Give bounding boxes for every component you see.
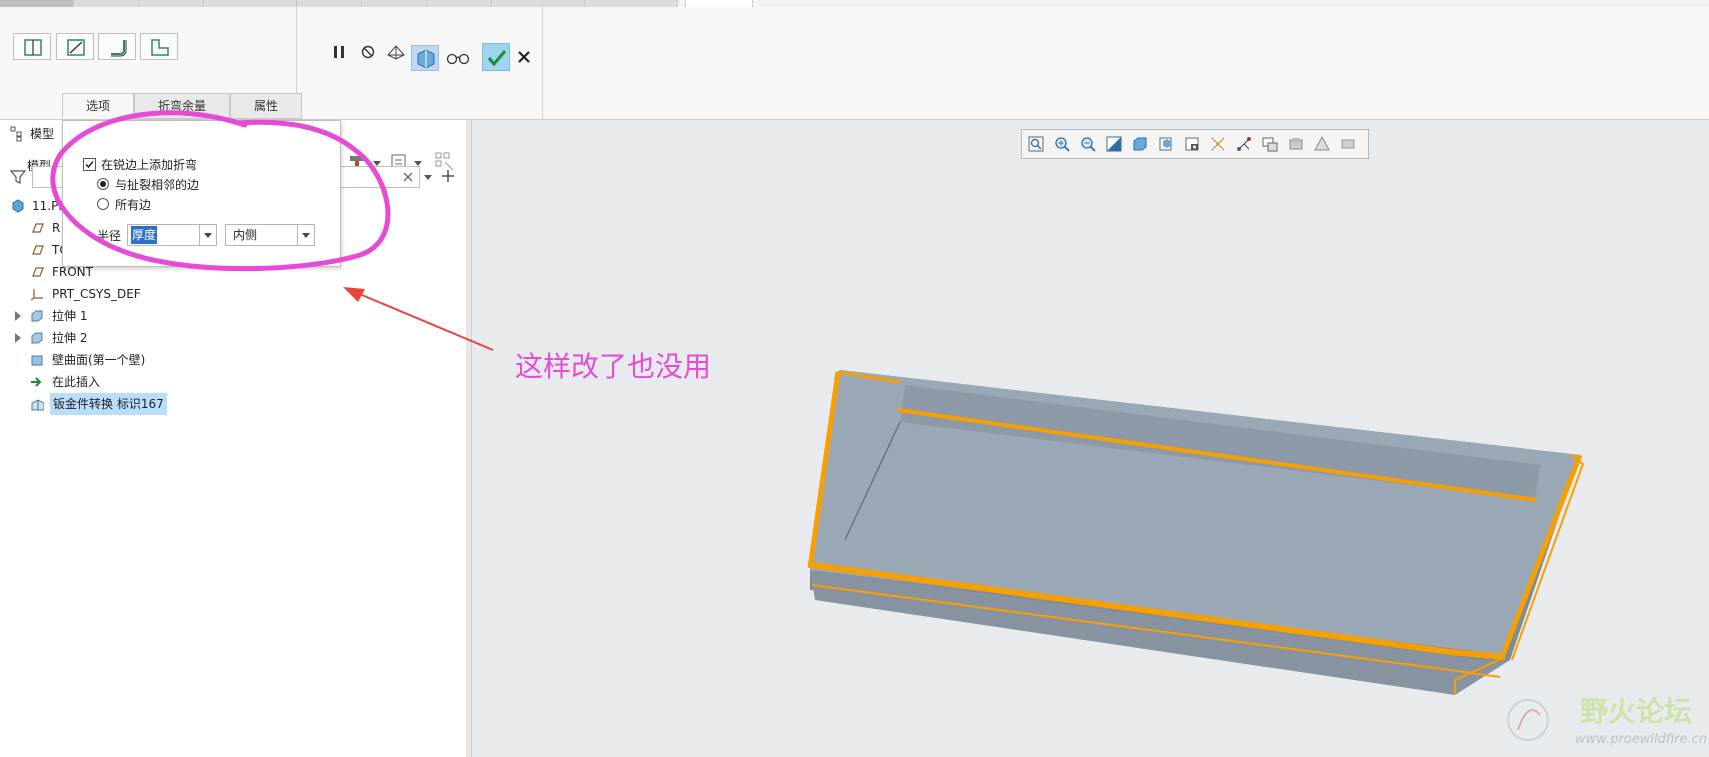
- watermark-logo-icon: [1507, 699, 1549, 741]
- joint-button[interactable]: [140, 33, 178, 60]
- ribbon-tab-strip: [0, 0, 1709, 7]
- flange-bend-icon: [111, 40, 127, 57]
- mesh-preview-button[interactable]: [384, 40, 408, 64]
- ribbon-tab-active[interactable]: [685, 0, 753, 7]
- expand-arrow-icon[interactable]: [15, 333, 21, 343]
- ribbon-body: 选项 折弯余量 属性: [0, 7, 1709, 120]
- named-views-icon[interactable]: [1158, 136, 1174, 152]
- expand-arrow-icon[interactable]: [15, 311, 21, 321]
- zoom-out-icon[interactable]: [1080, 136, 1096, 152]
- sketch-bend-button[interactable]: [56, 33, 94, 60]
- verify-button[interactable]: [444, 45, 472, 69]
- spin-center-icon[interactable]: [1236, 136, 1252, 152]
- verify-glasses-icon: [446, 53, 470, 65]
- datum-display-icon[interactable]: [1210, 136, 1226, 152]
- ribbon-tab[interactable]: [139, 0, 204, 7]
- sheetmetal-part-model[interactable]: [800, 360, 1590, 705]
- filter-icon[interactable]: [10, 169, 26, 185]
- model-tree-icon: [10, 126, 22, 142]
- ribbon-tab[interactable]: [74, 0, 139, 7]
- appearance-icon[interactable]: [1340, 136, 1356, 152]
- solid-preview-icon: [417, 49, 435, 69]
- sketch-bend-icon: [67, 39, 85, 56]
- watermark-title: 野火论坛: [1580, 695, 1693, 728]
- ribbon-tab-file[interactable]: [0, 0, 74, 7]
- zoom-in-icon[interactable]: [1054, 136, 1070, 152]
- confirm-button[interactable]: [482, 43, 510, 71]
- arrow-head-icon: [343, 287, 365, 302]
- tree-item-insert-here[interactable]: 在此插入: [0, 371, 460, 393]
- refit-icon[interactable]: [1028, 136, 1044, 152]
- tree-item-sheetmetal-convert[interactable]: 钣金件转换 标识167: [0, 393, 460, 415]
- saved-orientations-icon[interactable]: [1184, 136, 1200, 152]
- cancel-button[interactable]: [512, 45, 536, 69]
- confirm-icon: [487, 50, 507, 67]
- annotation-display-icon[interactable]: [1288, 136, 1304, 152]
- ribbon-tab[interactable]: [204, 0, 297, 7]
- watermark-url: www.proewildfire.cn: [1575, 732, 1708, 747]
- sheetmetal-convert-icon: [31, 399, 44, 411]
- forum-watermark: 野火论坛 www.proewildfire.cn: [1500, 690, 1709, 757]
- solid-preview-button[interactable]: [411, 45, 439, 71]
- view-toolbar: [1021, 129, 1369, 159]
- shading-icon[interactable]: [1132, 136, 1148, 152]
- view-manager-icon[interactable]: [1262, 136, 1278, 152]
- no-preview-button[interactable]: [356, 40, 380, 64]
- repaint-icon[interactable]: [1106, 136, 1122, 152]
- edge-bend-icon: [24, 39, 42, 56]
- part-icon: [12, 199, 24, 213]
- ribbon-tab[interactable]: [585, 0, 678, 7]
- no-preview-icon: [361, 45, 375, 59]
- flange-bend-button[interactable]: [98, 33, 136, 60]
- ribbon-tab[interactable]: [297, 0, 362, 7]
- ribbon-divider: [542, 7, 543, 119]
- mesh-preview-icon: [387, 45, 405, 60]
- ribbon-tab[interactable]: [427, 0, 492, 7]
- annotation-text: 这样改了也没用: [515, 350, 712, 383]
- edge-bend-button[interactable]: [13, 33, 51, 60]
- ribbon-tab[interactable]: [362, 0, 427, 7]
- annotation-arrow: [349, 289, 494, 351]
- cancel-icon: [518, 51, 530, 63]
- joint-icon: [151, 39, 169, 56]
- annotation-overlay: [50, 110, 494, 351]
- pause-icon: [334, 46, 344, 58]
- highlight-circle: [50, 110, 391, 272]
- insert-arrow-icon: [31, 377, 42, 387]
- ribbon-tab[interactable]: [492, 0, 585, 7]
- pause-button[interactable]: [328, 40, 352, 64]
- perspective-icon[interactable]: [1314, 136, 1330, 152]
